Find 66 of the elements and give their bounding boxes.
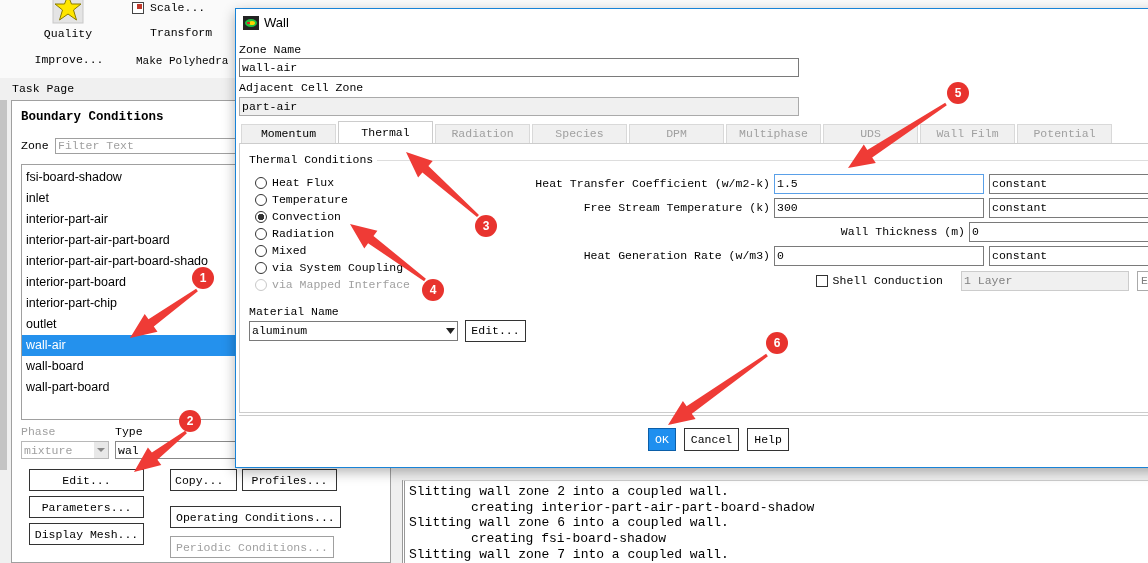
property-label: Heat Generation Rate (w/m3) <box>583 248 770 265</box>
improve-button[interactable]: Improve... <box>34 51 104 69</box>
radio-button[interactable] <box>255 227 267 240</box>
button[interactable]: Copy... <box>170 469 237 492</box>
tab[interactable]: Thermal <box>338 121 433 143</box>
console-line: creating interior-part-air-part-board-shadow <box>471 499 815 515</box>
caret-icon <box>446 328 455 334</box>
value-field[interactable]: 1.5 <box>774 174 984 194</box>
radio-label: via System Coupling <box>272 259 404 276</box>
property-label: Wall Thickness (m) <box>840 224 965 241</box>
button[interactable]: Profiles... <box>242 469 337 492</box>
tab[interactable]: Momentum <box>241 124 336 143</box>
field-label: Zone Name <box>239 43 302 57</box>
make-polyhedra-button[interactable]: Make Polyhedra <box>136 53 229 70</box>
console-line: Slitting wall zone 6 into a coupled wall. <box>409 515 729 531</box>
transform-button[interactable]: Transform <box>150 24 213 42</box>
material-dropdown[interactable]: aluminum <box>249 321 458 341</box>
panel-title: Boundary Conditions <box>21 109 165 125</box>
radio-label: Convection <box>272 208 341 225</box>
value-field[interactable]: 0 <box>774 246 984 266</box>
value-field[interactable]: 0 <box>969 222 1148 242</box>
star-icon <box>52 0 84 24</box>
radio-label: Heat Flux <box>272 174 335 191</box>
console-line: creating fsi-board-shadow <box>471 531 667 547</box>
quality-button[interactable]: Quality <box>43 0 93 43</box>
console-line: Slitting wall zone 2 into a coupled wall. <box>409 484 729 500</box>
radio-button[interactable] <box>255 210 267 223</box>
radio-label: via Mapped Interface <box>272 276 411 293</box>
radio-button[interactable] <box>255 244 267 257</box>
caret-icon <box>94 442 108 459</box>
radio-button[interactable] <box>255 176 267 189</box>
scroll-bar[interactable] <box>0 100 7 470</box>
method-dropdown[interactable]: constant <box>989 198 1148 218</box>
edit-button[interactable]: Edit... <box>465 320 526 342</box>
scale-button[interactable]: Scale... <box>132 1 206 15</box>
zone-name-field[interactable]: wall-air <box>239 58 799 77</box>
button[interactable]: Display Mesh... <box>29 523 144 546</box>
task-page-header: Task Page <box>12 81 75 98</box>
console-line: Slitting wall zone 7 into a coupled wall. <box>409 546 729 562</box>
zone-label: Zone <box>21 137 50 154</box>
button[interactable]: Operating Conditions... <box>170 506 341 529</box>
radio-label: Mixed <box>272 242 307 259</box>
field-label: Adjacent Cell Zone <box>239 81 364 95</box>
method-dropdown[interactable]: constant <box>989 174 1148 194</box>
window-title: Wall <box>264 13 289 32</box>
group-title: Thermal Conditions <box>249 152 374 169</box>
method-dropdown[interactable]: constant <box>989 246 1148 266</box>
checkbox-label: Shell Conduction <box>832 273 943 290</box>
type-label: Type <box>115 424 144 440</box>
material-label: Material Name <box>249 305 339 319</box>
checkbox[interactable] <box>815 275 828 287</box>
button[interactable]: Edit... <box>29 469 144 492</box>
dialog-button[interactable]: Cancel <box>683 428 740 451</box>
adjacent-zone-field: part-air <box>239 97 799 116</box>
property-label: Free Stream Temperature (k) <box>583 200 770 217</box>
app-icon <box>243 15 259 30</box>
radio-button[interactable] <box>255 261 267 274</box>
radio-label: Radiation <box>272 225 335 242</box>
button[interactable]: Parameters... <box>29 496 144 519</box>
phase-label: Phase <box>21 424 57 440</box>
property-label: Heat Transfer Coefficient (w/m2-k) <box>535 176 770 193</box>
value-field[interactable]: 300 <box>774 198 984 218</box>
pointer-arrow <box>130 288 198 338</box>
radio-label: Temperature <box>272 191 348 208</box>
dialog-button[interactable]: Help <box>747 428 789 451</box>
radio-button[interactable] <box>255 193 267 206</box>
